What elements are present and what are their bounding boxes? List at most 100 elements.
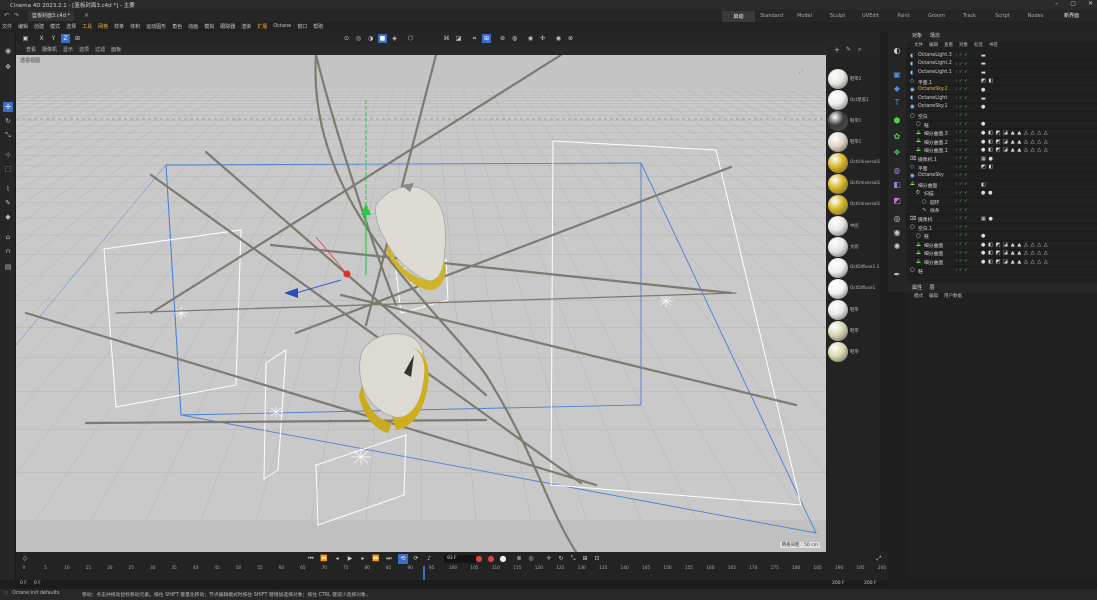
loop-icon[interactable]: ⟲	[398, 554, 408, 564]
generator-icon[interactable]: ⬢	[892, 116, 902, 126]
menu-item[interactable]: 样条	[114, 23, 124, 30]
viewport-menu-item[interactable]: 显示	[63, 46, 73, 53]
menu-item[interactable]: 跟踪器	[220, 23, 235, 30]
layout-tab[interactable]: Model	[788, 11, 821, 22]
pla-key-icon[interactable]: ⊡	[592, 554, 602, 564]
object-row[interactable]: ◉ OctaneSky ⁝ ✓ ✓	[906, 172, 1097, 181]
cube-display-icon[interactable]: ■	[378, 34, 387, 43]
object-tags[interactable]: ▦ ●	[981, 156, 993, 162]
solo-icon[interactable]: ◪	[454, 34, 463, 43]
object-tags[interactable]: ●	[981, 104, 986, 110]
object-row[interactable]: ⟁ 细分曲面 ⁝ ✓ ✓ ◧	[906, 181, 1097, 190]
loop-range-icon[interactable]: ⟳	[411, 554, 421, 564]
visibility-toggles[interactable]: ⁝ ✓ ✓	[956, 208, 968, 213]
material-search-icon[interactable]: ⌕	[858, 46, 861, 54]
render-picture-icon[interactable]: ◎	[354, 34, 363, 43]
brush-icon[interactable]: ⌂	[3, 232, 13, 242]
visibility-toggles[interactable]: ⁝ ✓ ✓	[956, 105, 968, 110]
object-name[interactable]: 平面.1	[918, 79, 932, 86]
object-tags[interactable]: ● ◧ ◩ ◪ ▲ ▲ △ △ △ △	[981, 139, 1048, 145]
visibility-toggles[interactable]: ⁝ ✓ ✓	[956, 242, 968, 247]
visibility-toggles[interactable]: ⁝ ✓ ✓	[956, 87, 968, 92]
visibility-toggles[interactable]: ⁝ ✓ ✓	[956, 53, 968, 58]
material-swatch[interactable]: 中底	[828, 216, 878, 236]
cloner-icon[interactable]: ✿	[892, 132, 902, 142]
timeline-expand-icon[interactable]: ⤢	[874, 554, 884, 564]
layout-tab[interactable]: Standard	[755, 11, 788, 22]
timeline-range-bar[interactable]: 0 F 0 F 200 F 200 F	[16, 580, 888, 589]
axis-z-button[interactable]: Z	[61, 34, 70, 43]
material-swatch[interactable]: 鞋带1	[828, 111, 878, 131]
rot-key-icon[interactable]: ↻	[556, 554, 566, 564]
timeline-ruler[interactable]: 0 5 10 15 20 25 30 35 40 45 50 55 60 65 70 75 80 85 90 95 10…	[16, 566, 888, 580]
pen-icon[interactable]: ✒	[892, 270, 902, 280]
material-swatch[interactable]: OctUniversal1	[828, 174, 880, 194]
visibility-toggles[interactable]: ⁝ ✓ ✓	[956, 259, 968, 264]
paint-icon[interactable]: ✎	[3, 198, 13, 208]
object-row[interactable]: ⌧ 摄像机 ⁝ ✓ ✓ ▦ ●	[906, 215, 1097, 224]
visibility-toggles[interactable]: ⁝ ✓ ✓	[956, 148, 968, 153]
object-name[interactable]: 空白	[918, 113, 928, 120]
object-tags[interactable]: ●	[981, 121, 986, 127]
text-spline-icon[interactable]: T	[892, 98, 902, 108]
sculpt-icon[interactable]: ◆	[3, 212, 13, 222]
tab-takes[interactable]: 场次	[930, 33, 940, 39]
material-swatch[interactable]: 鞋带2	[828, 69, 878, 89]
object-name[interactable]: 摄像机	[918, 216, 932, 223]
rotate-tool-icon[interactable]: ↻	[3, 116, 13, 126]
visibility-toggles[interactable]: ⁝ ✓ ✓	[956, 96, 968, 101]
material-swatch[interactable]: 鞋带	[828, 300, 878, 320]
object-row[interactable]: ◉ OctaneSky.2 ⁝ ✓ ✓ ●	[906, 86, 1097, 95]
goto-start-icon[interactable]: ⏮	[306, 554, 316, 564]
visibility-toggles[interactable]: ⁝ ✓ ✓	[956, 173, 968, 178]
current-frame-field[interactable]: 93 F	[444, 555, 476, 563]
visibility-toggles[interactable]: ⁝ ✓ ✓	[956, 156, 968, 161]
attribute-menu-item[interactable]: 模式	[914, 293, 923, 302]
playhead[interactable]	[422, 566, 425, 580]
range-end-field[interactable]: 200 F	[832, 581, 845, 586]
material-swatch[interactable]: OctUniversal1	[828, 153, 880, 173]
viewport-menu-item[interactable]: 过滤	[95, 46, 105, 53]
object-name[interactable]: 扫描	[924, 190, 934, 197]
camera-icon[interactable]: ◉	[526, 34, 535, 43]
object-row[interactable]: ○ 圆环 ⁝ ✓ ✓	[906, 198, 1097, 207]
auto-key-icon[interactable]: ●	[486, 554, 496, 564]
object-name[interactable]: 鞋	[924, 122, 929, 129]
visibility-toggles[interactable]: ⁝ ✓ ✓	[956, 199, 968, 204]
close-button[interactable]: ✕	[1088, 0, 1093, 7]
object-row[interactable]: ⥁ 扫描 ⁝ ✓ ✓ ● ●	[906, 190, 1097, 199]
environment-icon[interactable]: ◎	[892, 214, 902, 224]
menu-item[interactable]: 窗口	[297, 23, 307, 30]
object-row[interactable]: ◉ OctaneSky.1 ⁝ ✓ ✓ ●	[906, 104, 1097, 113]
object-name[interactable]: OctaneLight	[918, 96, 947, 101]
object-name[interactable]: 摄像机.1	[918, 156, 937, 163]
attribute-menu-item[interactable]: 用户数据	[944, 293, 962, 302]
menu-item[interactable]: 模拟	[204, 23, 214, 30]
key-selection-icon[interactable]: ●	[498, 554, 508, 564]
next-frame-icon[interactable]: ▸	[358, 554, 368, 564]
subdivision-icon[interactable]: ❖	[892, 148, 902, 158]
object-row[interactable]: ○ 空白 ⁝ ✓ ✓	[906, 112, 1097, 121]
object-name[interactable]: OctaneSky.2	[918, 87, 948, 92]
visibility-toggles[interactable]: ⁝ ✓ ✓	[956, 191, 968, 196]
object-name[interactable]: 细分曲面	[924, 250, 943, 257]
object-name[interactable]: 鞋	[924, 233, 929, 240]
move-tool-icon[interactable]: ✛	[3, 102, 13, 112]
object-row[interactable]: ◖ OctaneLight.3 ⁝ ✓ ✓ ▬	[906, 52, 1097, 61]
layout-tab[interactable]: Groom	[920, 11, 953, 22]
deformer-icon[interactable]: ◍	[892, 166, 902, 176]
menu-item[interactable]: 角色	[172, 23, 182, 30]
object-name[interactable]: 细分曲面.3	[924, 130, 948, 137]
object-tags[interactable]: ◩ ◧	[981, 164, 994, 170]
menu-item[interactable]: 扩展	[257, 23, 267, 30]
object-menu-item[interactable]: 书签	[989, 42, 998, 51]
object-tags[interactable]: ● ◧ ◩ ◪ ▲ ▲ △ △ △ △	[981, 147, 1048, 153]
attribute-menu-item[interactable]: 编辑	[929, 293, 938, 302]
prev-frame-icon[interactable]: ◂	[332, 554, 342, 564]
range-start-field[interactable]: 0 F	[34, 581, 41, 586]
layout-tab[interactable]: UVEdit	[854, 11, 887, 22]
layout-tab[interactable]: Script	[986, 11, 1019, 22]
light-object-icon[interactable]: ✺	[892, 242, 902, 252]
visibility-toggles[interactable]: ⁝ ✓ ✓	[956, 233, 968, 238]
object-name[interactable]: 圆环	[930, 199, 940, 206]
